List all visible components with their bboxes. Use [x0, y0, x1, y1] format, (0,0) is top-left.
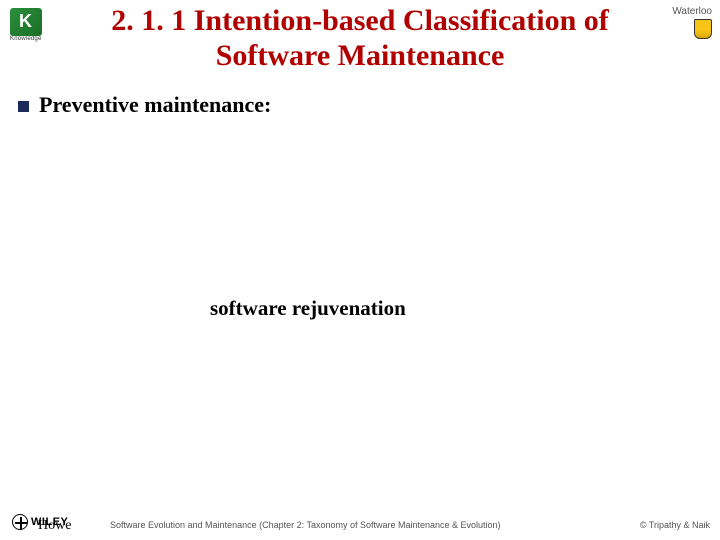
bullet-icon	[18, 101, 29, 112]
footer-center-text: Software Evolution and Maintenance (Chap…	[110, 520, 501, 530]
title-line-1: 2. 1. 1 Intention-based Classification o…	[111, 4, 609, 37]
slide-title: 2. 1. 1 Intention-based Classification o…	[60, 4, 660, 73]
waterloo-logo-text: Waterloo	[652, 6, 712, 17]
k-icon	[10, 8, 42, 36]
slide: Knowledge Waterloo 2. 1. 1 Intention-bas…	[0, 0, 720, 540]
footer: WILEY Howe Software Evolution and Mainte…	[0, 510, 720, 536]
knowledge-logo-text: Knowledge	[10, 36, 58, 42]
waterloo-logo: Waterloo	[652, 6, 712, 46]
mid-phrase: software rejuvenation	[210, 296, 406, 321]
bullet-item: Preventive maintenance:	[18, 92, 702, 118]
wiley-icon	[12, 514, 28, 530]
knowledge-logo: Knowledge	[10, 8, 58, 48]
footer-right-text: © Tripathy & Naik	[640, 520, 710, 530]
title-line-2: Software Maintenance	[216, 39, 505, 72]
howe-label: Howe	[38, 518, 71, 534]
shield-icon	[694, 19, 712, 39]
bullet-heading: Preventive maintenance:	[39, 92, 271, 118]
